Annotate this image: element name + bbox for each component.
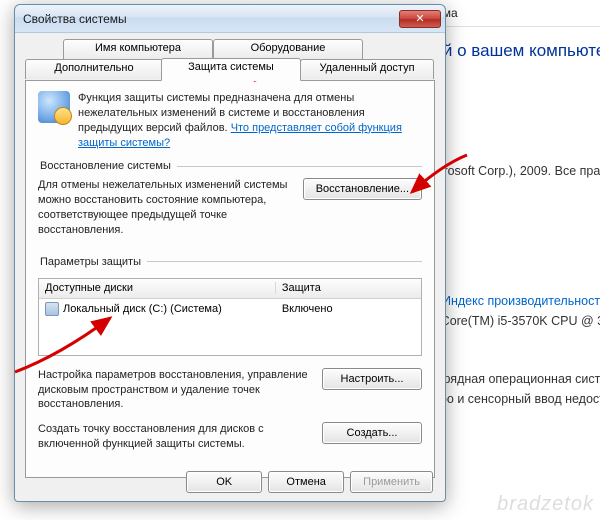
system-restore-legend: Восстановление системы	[38, 160, 177, 172]
tab-advanced[interactable]: Дополнительно	[25, 59, 163, 79]
titlebar[interactable]: Свойства системы ✕	[15, 5, 445, 33]
protection-settings-group: Параметры защиты Доступные диски Защита …	[38, 256, 422, 452]
cancel-button[interactable]: Отмена	[268, 471, 344, 493]
protection-settings-legend: Параметры защиты	[38, 256, 147, 268]
shield-restore-icon	[38, 91, 70, 123]
create-description: Создать точку восстановления для дисков …	[38, 422, 312, 452]
dialog-body: Имя компьютера Оборудование Дополнительн…	[15, 33, 445, 478]
tab-remote[interactable]: Удаленный доступ	[300, 59, 434, 79]
create-restore-point-button[interactable]: Создать...	[322, 422, 422, 444]
system-restore-group: Восстановление системы Для отмены нежела…	[38, 160, 422, 237]
drive-list[interactable]: Доступные диски Защита Локальный диск (C…	[38, 278, 422, 356]
tab-label: Защита системы	[188, 61, 274, 73]
table-row[interactable]: Локальный диск (C:) (Система) Включено	[39, 299, 421, 319]
button-label: Применить	[363, 476, 420, 488]
disk-icon	[45, 302, 59, 316]
button-label: Восстановление...	[316, 183, 409, 195]
col-available-drives: Доступные диски	[39, 282, 276, 294]
configure-button[interactable]: Настроить...	[322, 368, 422, 390]
bg-pen-touch: Перо и сенсорный ввод недоступны	[424, 389, 600, 409]
tab-computer-name[interactable]: Имя компьютера	[63, 39, 213, 59]
restore-description: Для отмены нежелательных изменений систе…	[38, 178, 293, 237]
intro-text: Функция защиты системы предназначена для…	[78, 91, 422, 150]
system-restore-button[interactable]: Восстановление...	[303, 178, 422, 200]
bg-ram: ГБ	[424, 331, 600, 351]
system-properties-dialog: Свойства системы ✕ Имя компьютера Оборуд…	[14, 4, 446, 502]
tab-panel-system-protection: Функция защиты системы предназначена для…	[25, 80, 435, 478]
close-button[interactable]: ✕	[399, 10, 441, 28]
tab-hardware[interactable]: Оборудование	[213, 39, 363, 59]
watermark: bradzetok	[497, 493, 594, 516]
ok-button[interactable]: OK	[186, 471, 262, 493]
tab-label: Удаленный доступ	[319, 62, 414, 74]
button-label: Настроить...	[341, 373, 404, 385]
drive-protection-status: Включено	[276, 303, 421, 315]
button-label: Отмена	[286, 476, 325, 488]
tab-label: Оборудование	[251, 42, 326, 54]
tab-label: Имя компьютера	[95, 42, 181, 54]
intro-block: Функция защиты системы предназначена для…	[38, 91, 422, 150]
tab-strip: Имя компьютера Оборудование Дополнительн…	[25, 39, 435, 81]
bg-cpu: R) Core(TM) i5-3570K CPU @ 3.40	[424, 311, 600, 331]
drive-name: Локальный диск (C:) (Система)	[63, 303, 222, 315]
drive-list-header: Доступные диски Защита	[39, 279, 421, 299]
button-label: Создать...	[347, 427, 398, 439]
bg-os-type: разрядная операционная система	[424, 369, 600, 389]
button-label: OK	[216, 476, 232, 488]
configure-description: Настройка параметров восстановления, упр…	[38, 368, 312, 413]
tab-system-protection[interactable]: Защита системы	[161, 58, 301, 81]
close-icon: ✕	[415, 12, 424, 25]
apply-button: Применить	[350, 471, 433, 493]
bg-copyright: Microsoft Corp.), 2009. Все права за	[424, 161, 600, 181]
performance-index-link[interactable]: Индекс производительности W	[424, 291, 600, 311]
dialog-action-bar: OK Отмена Применить	[15, 471, 445, 493]
col-protection: Защита	[276, 282, 421, 294]
performance-label: Индекс производительности W	[442, 294, 600, 308]
dialog-title: Свойства системы	[23, 12, 399, 26]
tab-label: Дополнительно	[54, 62, 133, 74]
